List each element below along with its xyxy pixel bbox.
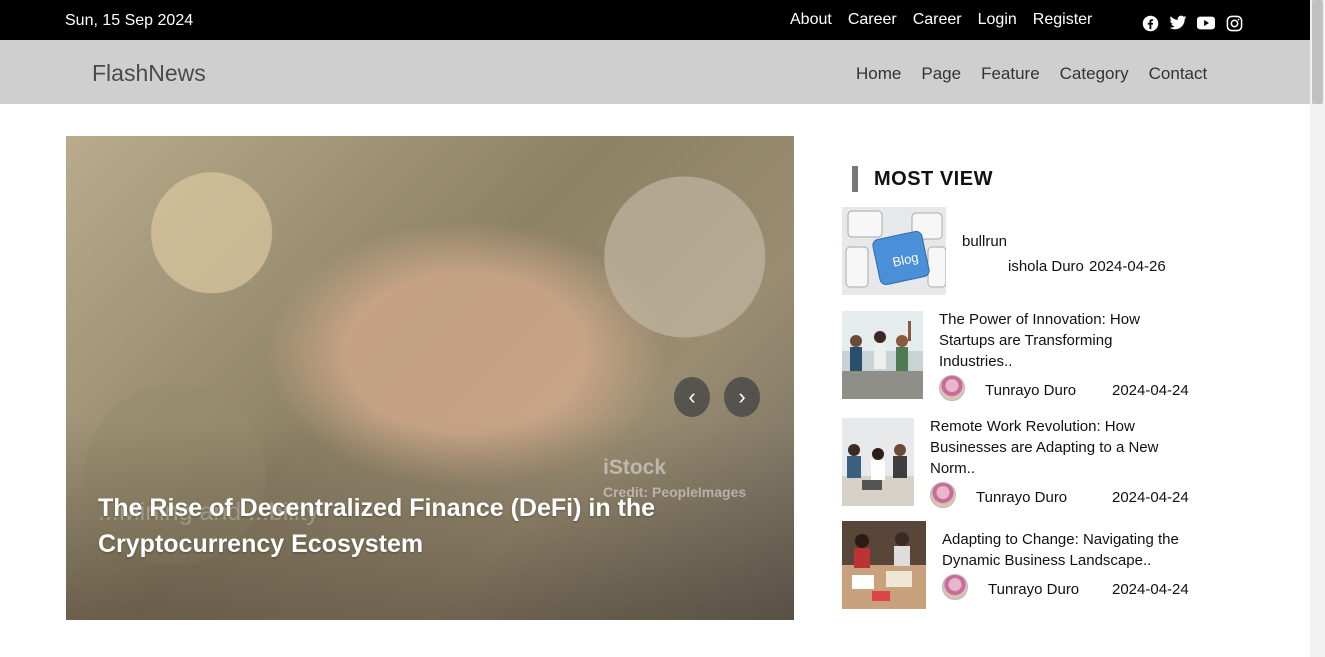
article-title[interactable]: The Power of Innovation: How Startups ar… xyxy=(939,309,1189,372)
top-link-login[interactable]: Login xyxy=(978,11,1017,29)
top-link-register[interactable]: Register xyxy=(1033,11,1093,29)
carousel-prev-button[interactable]: ‹ xyxy=(674,377,710,417)
social-links xyxy=(1141,14,1243,32)
article-date: 2024-04-24 xyxy=(1112,382,1189,399)
business-meeting-thumbnail xyxy=(842,521,926,609)
carousel-next-button[interactable]: › xyxy=(724,377,760,417)
top-link-about[interactable]: About xyxy=(790,11,832,29)
top-link-career-2[interactable]: Career xyxy=(913,11,962,29)
author-avatar xyxy=(942,574,968,600)
article-title[interactable]: Remote Work Revolution: How Businesses a… xyxy=(930,416,1180,479)
nav-contact[interactable]: Contact xyxy=(1149,64,1208,84)
facebook-icon[interactable] xyxy=(1141,14,1159,32)
article-date: 2024-04-26 xyxy=(1089,258,1166,275)
article-author: Tunrayo Duro xyxy=(976,489,1068,506)
top-link-career[interactable]: Career xyxy=(848,11,897,29)
nav-home[interactable]: Home xyxy=(856,64,901,84)
most-view-item[interactable]: Remote Work Revolution: How Businesses a… xyxy=(842,416,1202,508)
article-title[interactable]: bullrun xyxy=(962,231,1007,252)
most-view-item[interactable]: Blog bullrun ishola Duro 2024-04-26 xyxy=(842,207,1202,295)
blog-key-thumbnail: Blog xyxy=(842,207,946,295)
hero-carousel[interactable]: iStock Credit: PeopleImages ...Mining an… xyxy=(66,136,794,620)
site-logo[interactable]: FlashNews xyxy=(92,60,206,87)
remote-work-thumbnail xyxy=(842,418,914,506)
nav-page[interactable]: Page xyxy=(921,64,961,84)
hero-caption[interactable]: The Rise of Decentralized Finance (DeFi)… xyxy=(98,490,698,562)
most-view-item[interactable]: The Power of Innovation: How Startups ar… xyxy=(842,309,1202,401)
nav-category[interactable]: Category xyxy=(1060,64,1129,84)
article-author: ishola Duro xyxy=(1008,258,1084,275)
youtube-icon[interactable] xyxy=(1197,14,1215,32)
author-avatar xyxy=(930,482,956,508)
twitter-icon[interactable] xyxy=(1169,14,1187,32)
most-view-item[interactable]: Adapting to Change: Navigating the Dynam… xyxy=(842,521,1202,609)
top-links: About Career Career Login Register xyxy=(790,11,1108,29)
article-author: Tunrayo Duro xyxy=(985,382,1077,399)
article-date: 2024-04-24 xyxy=(1112,581,1189,598)
scrollbar-thumb[interactable] xyxy=(1312,0,1323,104)
article-title[interactable]: Adapting to Change: Navigating the Dynam… xyxy=(942,529,1192,571)
article-date: 2024-04-24 xyxy=(1112,489,1189,506)
article-author: Tunrayo Duro xyxy=(988,581,1080,598)
office-team-thumbnail xyxy=(842,311,923,399)
top-bar: Sun, 15 Sep 2024 About Career Career Log… xyxy=(0,0,1310,40)
instagram-icon[interactable] xyxy=(1225,14,1243,32)
nav-feature[interactable]: Feature xyxy=(981,64,1040,84)
author-avatar xyxy=(939,375,965,401)
current-date: Sun, 15 Sep 2024 xyxy=(65,12,194,29)
most-view-heading: MOST VIEW xyxy=(852,166,993,192)
main-nav: Home Page Feature Category Contact xyxy=(856,64,1227,84)
stock-watermark: iStock xyxy=(603,456,667,479)
main-navbar: FlashNews Home Page Feature Category Con… xyxy=(0,40,1310,104)
